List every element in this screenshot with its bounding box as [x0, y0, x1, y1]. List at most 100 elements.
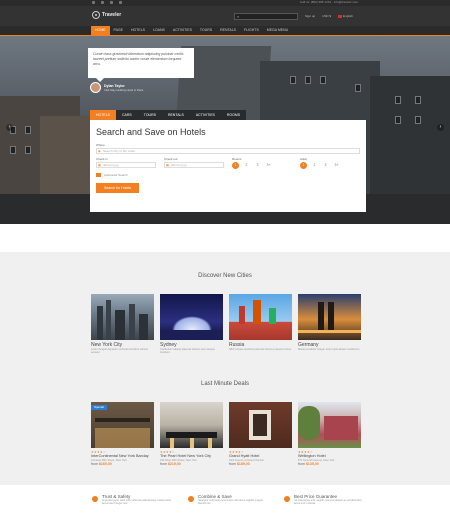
- advanced-search-label: Advanced Search: [104, 173, 128, 177]
- nav-item-hotels[interactable]: HOTELS: [127, 26, 149, 35]
- feature-desc: Ad maecenas ante sagittis sed erat aliqu…: [294, 499, 362, 506]
- avatar: [90, 82, 101, 93]
- hero-window: [395, 96, 401, 104]
- rooms-option[interactable]: 2: [243, 162, 250, 169]
- author-subtitle: Visit Stay Holding Hotel in Paris: [104, 87, 144, 92]
- hotel-price: from $160,00: [91, 461, 112, 466]
- rooms-option[interactable]: 1: [232, 162, 239, 169]
- advanced-search-toggle[interactable]: Advanced Search: [96, 173, 360, 177]
- hero-window: [320, 76, 326, 84]
- hero-window: [290, 76, 296, 84]
- adult-option[interactable]: 3+: [333, 162, 340, 169]
- hero-window: [10, 146, 16, 154]
- hero-window: [355, 84, 361, 92]
- checkin-input[interactable]: ▦ dd/mm/yyyy: [96, 162, 156, 168]
- shield-icon: [92, 496, 98, 502]
- hero-window: [25, 126, 31, 134]
- city-image: [160, 294, 223, 340]
- search-submit-button[interactable]: Search for Hotels: [96, 183, 139, 193]
- city-image: [91, 294, 154, 340]
- checkin-placeholder: dd/mm/yyyy: [103, 163, 120, 167]
- city-cards: New York City Lorem feugiat dignissim ve…: [91, 294, 361, 355]
- hotel-card[interactable]: ★★★★☆ The Pearl Hotel New York City 233 …: [160, 402, 223, 466]
- adult-selector: 1 2 3 3+: [300, 162, 360, 169]
- testimonial-quote: Curae class gravinecit bibendum adipisci…: [88, 48, 194, 82]
- feature-desc: Imperdiet justo taciti nibh vehicula pel…: [102, 499, 172, 506]
- search-tabs: HOTELS CARS TOURS RENTALS ACTIVITIES ROO…: [90, 110, 247, 120]
- nav-item-rentals[interactable]: RENTALS: [216, 26, 240, 35]
- tab-tours[interactable]: TOURS: [137, 110, 162, 120]
- pinterest-icon[interactable]: [119, 1, 122, 4]
- tab-cars[interactable]: CARS: [116, 110, 138, 120]
- search-panel: Search and Save on Hotels Where ◉ Search…: [90, 120, 366, 212]
- calendar-icon: ▦: [98, 163, 101, 167]
- features-row: Trust & Safety Imperdiet justo taciti ni…: [92, 494, 364, 506]
- hotel-image: [160, 402, 223, 448]
- location-icon: ◉: [98, 149, 101, 153]
- hero-window: [395, 116, 401, 124]
- rooms-label: Rooms: [232, 157, 242, 161]
- hotel-card[interactable]: Special ★★★★☆ InterContinental New York …: [91, 402, 154, 466]
- tab-hotels[interactable]: HOTELS: [90, 110, 117, 120]
- special-badge: Special: [91, 405, 107, 410]
- city-card[interactable]: Germany Massa curabitur integer ante tur…: [298, 294, 361, 355]
- city-image: [298, 294, 361, 340]
- city-card[interactable]: Russia Nibh congue tincidunt placerat ul…: [229, 294, 292, 355]
- city-desc: Nibh congue tincidunt placerat ultrices …: [229, 348, 292, 351]
- city-card[interactable]: New York City Lorem feugiat dignissim ve…: [91, 294, 154, 355]
- slider-prev-button[interactable]: ‹: [6, 124, 13, 131]
- tab-rentals[interactable]: RENTALS: [161, 110, 190, 120]
- twitter-icon[interactable]: [101, 1, 104, 4]
- header-search-input[interactable]: ⌕: [234, 13, 298, 20]
- city-image: [229, 294, 292, 340]
- hotel-image: [229, 402, 292, 448]
- search-title: Search and Save on Hotels: [96, 127, 206, 137]
- nav-item-page[interactable]: PAGE: [110, 26, 127, 35]
- search-icon: ⌕: [237, 14, 240, 19]
- where-label: Where: [96, 143, 105, 147]
- site-header: Traveler ⌕ Sign up USD $ English: [0, 6, 450, 26]
- slider-next-button[interactable]: ›: [437, 124, 444, 131]
- adult-option[interactable]: 3: [322, 162, 329, 169]
- signup-link[interactable]: Sign up: [305, 14, 315, 18]
- hotel-image: Special: [91, 402, 154, 448]
- tab-activities[interactable]: ACTIVITIES: [189, 110, 221, 120]
- nav-item-loans[interactable]: LOANS: [149, 26, 169, 35]
- tag-icon: [284, 496, 290, 502]
- hotel-card[interactable]: ★★★★☆ Grand Hyatt Hotel Park Avenue at G…: [229, 402, 292, 466]
- adult-option[interactable]: 1: [300, 162, 307, 169]
- feature-item: Trust & Safety Imperdiet justo taciti ni…: [92, 494, 172, 506]
- contact-info: Call us: (860) 995 1234 · info@traveler.…: [299, 0, 358, 4]
- city-desc: Massa curabitur integer ante turpis aliq…: [298, 348, 360, 351]
- adult-option[interactable]: 2: [311, 162, 318, 169]
- plus-icon: [96, 173, 101, 177]
- nav-item-tours[interactable]: TOURS: [196, 26, 216, 35]
- logo-icon: [92, 11, 100, 19]
- hotel-card[interactable]: ★★★★☆ Wellington Hotel 871 Seventh Avenu…: [298, 402, 361, 466]
- logo[interactable]: Traveler: [92, 11, 121, 19]
- tab-rooms[interactable]: ROOMS: [220, 110, 247, 120]
- where-placeholder: Search City or Zip Code: [103, 149, 136, 153]
- hotel-price: from $135,00: [298, 461, 319, 466]
- rooms-selector: 1 2 3 3+: [232, 162, 292, 169]
- facebook-icon[interactable]: [92, 1, 95, 4]
- checkin-label: Check in: [96, 157, 108, 161]
- logo-text: Traveler: [102, 12, 122, 18]
- hotel-price: from $219,00: [160, 461, 181, 466]
- rooms-option[interactable]: 3+: [265, 162, 272, 169]
- currency-select[interactable]: USD $: [322, 14, 331, 18]
- social-links: [92, 1, 122, 4]
- calendar-icon: ▦: [166, 163, 169, 167]
- googleplus-icon[interactable]: [110, 1, 113, 4]
- rooms-option[interactable]: 3: [254, 162, 261, 169]
- nav-item-flights[interactable]: FLIGHTS: [240, 26, 263, 35]
- language-select[interactable]: English: [338, 14, 353, 18]
- nav-item-home[interactable]: HOME: [91, 26, 110, 35]
- feature-desc: Nascetur velit taciti risus fusce cras l…: [198, 499, 263, 506]
- discover-title: Discover New Cities: [198, 273, 252, 279]
- where-input[interactable]: ◉ Search City or Zip Code: [96, 148, 360, 154]
- nav-item-mega-menu[interactable]: MEGA MENU: [263, 26, 292, 35]
- nav-item-activities[interactable]: ACTIVITIES: [169, 26, 196, 35]
- city-card[interactable]: Sydney Vestibulum aliquet placerat ultri…: [160, 294, 223, 355]
- checkout-input[interactable]: ▦ dd/mm/yyyy: [164, 162, 224, 168]
